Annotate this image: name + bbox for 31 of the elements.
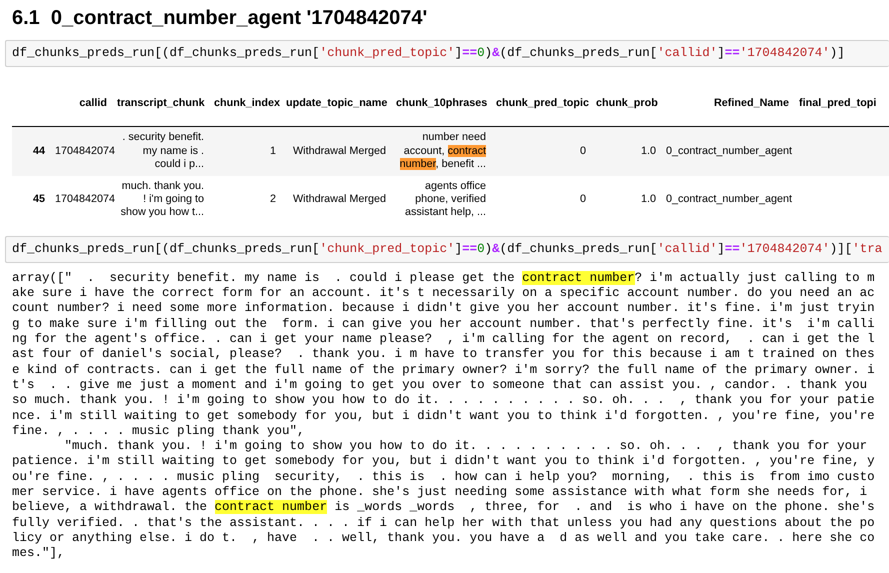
table-cell: Withdrawal Merged xyxy=(292,193,386,206)
column-header: chunk_10phrases xyxy=(396,97,488,109)
column-header: final_pred_topi xyxy=(799,97,876,109)
code-cell[interactable]: df_chunks_preds_run[(df_chunks_preds_run['chunk_pred_topic']==0)&(df_chunks_preds_run['callid']=='1704842074')] xyxy=(5,40,889,67)
column-header: chunk_pred_topic xyxy=(496,97,589,109)
table-cell: 1 xyxy=(270,144,276,158)
table-cell-text: agents office phone, verified assistant help, ... xyxy=(404,180,486,220)
table-cell: 0 xyxy=(580,144,586,158)
table-cell-text: number need account, contract number, benefit ... xyxy=(398,131,486,172)
table-cell: 0 xyxy=(580,193,586,206)
row-index: 44 xyxy=(32,144,45,157)
table-cell: 1.0 xyxy=(640,144,656,158)
table-cell: 2 xyxy=(270,193,276,206)
table-cell: 1704842074 xyxy=(55,144,116,158)
code-cell[interactable]: df_chunks_preds_run[(df_chunks_preds_run['chunk_pred_topic']==0)&(df_chunks_preds_run['callid']=='1704842074')]['tra xyxy=(5,236,889,263)
table-cell: 1.0 xyxy=(640,193,656,206)
section-heading: 6.1 0_contract_number_agent '1704842074' xyxy=(12,6,428,30)
column-header: update_topic_name xyxy=(286,97,388,109)
table-cell-text: . security benefit. my name is . could i p... xyxy=(121,131,204,172)
column-header: Refined_Name xyxy=(714,97,789,109)
output-text: array([" . security benefit. my name is . could i please get the contract number? i'm actually just calling to m ake sure i have the correct form for an account. it's t necessarily on a specific account number. do you need an ac count number? i need some more information. because i didn't give you her account number. it's fine. i'm just tryin g to make sure i'm filling out the form. i can give you her account number. that's perfectly fine. it's i'm calli ng for the agent's office. . can i get your name please? , i'm calling for the agent on record, . can i get the l ast four of daniel's social, please? . thank you. i m have to transfer you for this because i am t trained on thes e kind of contracts. can i get the full name of the primary owner? i'm sorry? the full name of the primary owner. i t's . . give me just a moment and i'm going to get you over to someone that can assist you. , candor. . thank you so much. thank you. ! i'm going to show you how to do it. . . . . . . . . . so. oh. . . , thank you for your patie nce. i'm still waiting to get somebody for you, but i didn't want you to think i'd forgotten. , you're fine, you're fine. , . . . . music pling thank you", "much. thank you. ! i'm going to show you how to do it. . . . . . . . . . so. oh. . . , thank you for your patience. i'm still waiting to get somebody for you, but i didn't want you to think i'd forgotten. , you're fine, y ou're fine. , . . . . music pling security, . this is . how can i help you? morning, . this is from imo custo mer service. i have agents office on the phone. she's just needing some assistance with what form she needs for, i believe, a withdrawal. the contract number is _words _words , three, for . and is who i have on the phone. she's fully verified. . that's the assistant. . . . if i can help her with that unless you had any questions about the po licy or anything else. i do t. , have . . well, thank you. you have a d as well and you take care. . here she co mes."], xyxy=(12,270,876,562)
column-header: callid xyxy=(79,97,107,109)
column-header: chunk_index xyxy=(214,97,280,109)
column-header: transcript_chunk xyxy=(117,97,205,109)
row-index: 45 xyxy=(32,193,45,206)
column-header: chunk_prob xyxy=(596,97,658,109)
table-cell-text: much. thank you. ! i'm going to show you how t... xyxy=(120,180,204,220)
table-cell: 0_contract_number_agent xyxy=(666,144,792,158)
table-cell: 0_contract_number_agent xyxy=(666,193,792,206)
table-cell: Withdrawal Merged xyxy=(292,144,386,158)
table-cell: 1704842074 xyxy=(55,193,116,206)
